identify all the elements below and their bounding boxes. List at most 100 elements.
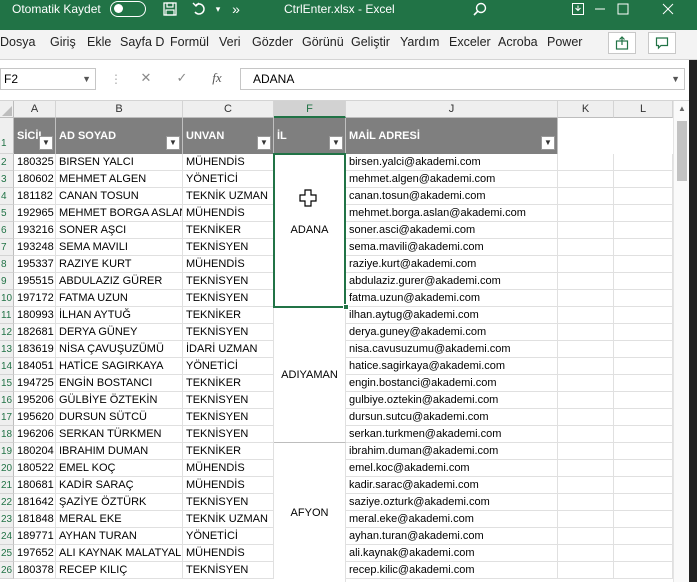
cell-sicil[interactable]: 180993 — [14, 307, 56, 324]
row-header[interactable]: 23 — [0, 511, 14, 528]
cell-title[interactable]: MÜHENDİS — [183, 205, 274, 222]
cell-sicil[interactable]: 197172 — [14, 290, 56, 307]
cell-empty[interactable] — [558, 528, 614, 545]
cell-empty[interactable] — [614, 409, 673, 426]
cell-empty[interactable] — [614, 426, 673, 443]
cell-sicil[interactable]: 180204 — [14, 443, 56, 460]
tab-sayfa-duzeni[interactable]: Sayfa D — [120, 35, 164, 50]
name-box[interactable]: F2 ▼ — [0, 68, 96, 90]
cell-sicil[interactable]: 194725 — [14, 375, 56, 392]
cell-name[interactable]: MERAL EKE — [56, 511, 183, 528]
cell-empty[interactable] — [558, 494, 614, 511]
cell-mail[interactable]: emel.koc@akademi.com — [346, 460, 558, 477]
cell-empty[interactable] — [614, 375, 673, 392]
cell-name[interactable]: ENGİN BOSTANCI — [56, 375, 183, 392]
tab-veri[interactable]: Veri — [219, 35, 246, 50]
chevron-down-icon[interactable]: ▼ — [82, 69, 91, 89]
insert-function-icon[interactable]: fx — [209, 70, 225, 86]
cell-empty[interactable] — [614, 443, 673, 460]
row-header[interactable]: 19 — [0, 443, 14, 460]
cell-mail[interactable]: saziye.ozturk@akademi.com — [346, 494, 558, 511]
cell-title[interactable]: TEKNİSYEN — [183, 562, 274, 579]
row-header[interactable]: 2 — [0, 154, 14, 171]
row-header[interactable]: 16 — [0, 392, 14, 409]
cell-empty[interactable] — [558, 154, 614, 171]
cell-mail[interactable]: mehmet.borga.aslan@akademi.com — [346, 205, 558, 222]
tab-gorunum[interactable]: Görünü — [302, 35, 344, 50]
cell-sicil[interactable]: 180325 — [14, 154, 56, 171]
cell-sicil[interactable]: 195206 — [14, 392, 56, 409]
more-commands-icon[interactable]: » — [226, 0, 246, 18]
row-header[interactable]: 15 — [0, 375, 14, 392]
cell-empty[interactable] — [558, 426, 614, 443]
column-header-c[interactable]: C — [183, 101, 274, 118]
vertical-scrollbar[interactable]: ▲ — [673, 101, 689, 582]
column-header-l[interactable]: L — [614, 101, 673, 118]
cell-empty[interactable] — [614, 528, 673, 545]
row-header[interactable]: 13 — [0, 341, 14, 358]
cell-name[interactable]: EMEL KOÇ — [56, 460, 183, 477]
cell-mail[interactable]: fatma.uzun@akademi.com — [346, 290, 558, 307]
cell-sicil[interactable]: 180602 — [14, 171, 56, 188]
cell-title[interactable]: YÖNETİCİ — [183, 358, 274, 375]
row-header[interactable]: 14 — [0, 358, 14, 375]
cell-empty[interactable] — [614, 460, 673, 477]
cell-empty[interactable] — [558, 392, 614, 409]
cell-name[interactable]: FATMA UZUN — [56, 290, 183, 307]
cell-empty[interactable] — [614, 511, 673, 528]
filter-dropdown-icon[interactable]: ▼ — [39, 136, 53, 150]
row-header[interactable]: 25 — [0, 545, 14, 562]
cell-title[interactable]: TEKNİKER — [183, 375, 274, 392]
cell-empty[interactable] — [614, 341, 673, 358]
cell-empty[interactable] — [558, 239, 614, 256]
cell-title[interactable]: TEKNİK UZMAN — [183, 511, 274, 528]
comments-button[interactable] — [648, 32, 676, 54]
cell-sicil[interactable]: 181848 — [14, 511, 56, 528]
cell-empty[interactable] — [558, 307, 614, 324]
enter-icon[interactable]: ✓ — [174, 70, 190, 86]
select-all-corner[interactable] — [0, 101, 14, 118]
cell-title[interactable]: TEKNİKER — [183, 222, 274, 239]
header-cell-il[interactable]: İL ▼ — [274, 118, 346, 154]
cell-empty[interactable] — [614, 239, 673, 256]
cell-empty[interactable] — [614, 358, 673, 375]
cell-mail[interactable]: ali.kaynak@akademi.com — [346, 545, 558, 562]
row-header[interactable]: 8 — [0, 256, 14, 273]
tab-exceler[interactable]: Exceler — [449, 35, 492, 50]
cell-sicil[interactable]: 193248 — [14, 239, 56, 256]
cell-sicil[interactable]: 180378 — [14, 562, 56, 579]
cell-title[interactable]: YÖNETİCİ — [183, 171, 274, 188]
row-header[interactable]: 26 — [0, 562, 14, 579]
tab-gelistirici[interactable]: Geliştir — [351, 35, 395, 50]
cell-empty[interactable] — [558, 545, 614, 562]
cell-mail[interactable]: sema.mavili@akademi.com — [346, 239, 558, 256]
cell-title[interactable]: TEKNİSYEN — [183, 409, 274, 426]
cell-sicil[interactable]: 195515 — [14, 273, 56, 290]
cell-empty[interactable] — [614, 392, 673, 409]
cell-empty[interactable] — [558, 358, 614, 375]
row-header[interactable]: 21 — [0, 477, 14, 494]
row-header[interactable]: 9 — [0, 273, 14, 290]
row-header[interactable]: 7 — [0, 239, 14, 256]
cell-name[interactable]: SONER AŞCI — [56, 222, 183, 239]
row-header[interactable]: 17 — [0, 409, 14, 426]
cell-empty[interactable] — [558, 375, 614, 392]
cell-empty[interactable] — [558, 341, 614, 358]
cell-empty[interactable] — [614, 273, 673, 290]
header-cell-sicil[interactable]: SİCİL ▼ — [14, 118, 56, 154]
filter-dropdown-icon[interactable]: ▼ — [541, 136, 555, 150]
merged-city-cell[interactable]: AFYON — [274, 443, 346, 582]
cell-sicil[interactable]: 195620 — [14, 409, 56, 426]
cell-mail[interactable]: meral.eke@akademi.com — [346, 511, 558, 528]
tab-acrobat[interactable]: Acroba — [498, 35, 541, 50]
cell-title[interactable]: TEKNİSYEN — [183, 392, 274, 409]
header-cell-unvan[interactable]: UNVAN ▼ — [183, 118, 274, 154]
cell-mail[interactable]: abdulaziz.gurer@akademi.com — [346, 273, 558, 290]
undo-dropdown-icon[interactable]: ▾ — [208, 0, 228, 18]
cell-name[interactable]: GÜLBİYE ÖZTEKİN — [56, 392, 183, 409]
cell-name[interactable]: MEHMET BORGA ASLAN — [56, 205, 183, 222]
row-header[interactable]: 5 — [0, 205, 14, 222]
cell-mail[interactable]: mehmet.algen@akademi.com — [346, 171, 558, 188]
cell-mail[interactable]: dursun.sutcu@akademi.com — [346, 409, 558, 426]
cell-title[interactable]: YÖNETİCİ — [183, 528, 274, 545]
